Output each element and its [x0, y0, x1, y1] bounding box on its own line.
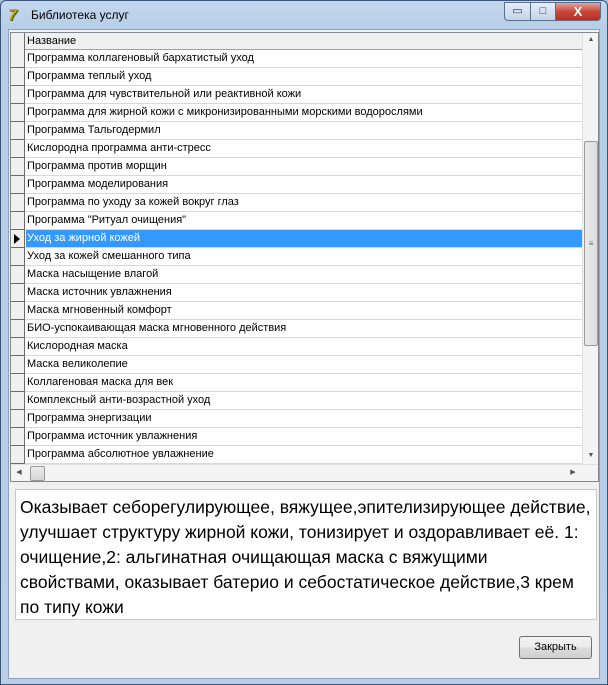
row-indicator[interactable] — [11, 104, 25, 122]
row-name-cell[interactable]: Программа абсолютное увлажнение — [26, 446, 582, 463]
maximize-button[interactable]: □ — [530, 2, 556, 21]
table-row[interactable]: Программа абсолютное увлажнение — [11, 446, 582, 464]
table-row[interactable]: БИО-успокаивающая маска мгновенного дейс… — [11, 320, 582, 338]
row-indicator[interactable] — [11, 122, 25, 140]
table-row[interactable]: Программа для жирной кожи с микронизиров… — [11, 104, 582, 122]
row-indicator[interactable] — [11, 338, 25, 356]
close-window-button[interactable]: X — [555, 2, 601, 21]
row-indicator[interactable] — [11, 68, 25, 86]
row-indicator[interactable] — [11, 284, 25, 302]
row-name-cell[interactable]: Кислородная маска — [26, 338, 582, 355]
table-row[interactable]: Кислородна программа анти-стресс — [11, 140, 582, 158]
description-text: Оказывает себорегулирующее, вяжущее,эпит… — [15, 489, 597, 620]
table-row[interactable]: Маска великолепие — [11, 356, 582, 374]
table-row[interactable]: Программа коллагеновый бархатистый уход — [11, 50, 582, 68]
row-indicator[interactable] — [11, 140, 25, 158]
client-area: Название Программа коллагеновый бархатис… — [8, 29, 600, 679]
row-name-cell[interactable]: Маска великолепие — [26, 356, 582, 373]
row-name-cell[interactable]: Коллагеновая маска для век — [26, 374, 582, 391]
table-row[interactable]: Программа Тальгодермил — [11, 122, 582, 140]
row-indicator[interactable] — [11, 374, 25, 392]
current-row-arrow-icon — [14, 234, 20, 244]
row-name-cell[interactable]: Программа Тальгодермил — [26, 122, 582, 139]
row-name-cell[interactable]: Программа "Ритуал очищения" — [26, 212, 582, 229]
row-indicator[interactable] — [11, 158, 25, 176]
row-name-cell[interactable]: БИО-успокаивающая маска мгновенного дейс… — [26, 320, 582, 337]
row-indicator[interactable] — [11, 86, 25, 104]
close-button[interactable]: Закрыть — [519, 636, 592, 659]
row-indicator[interactable] — [11, 50, 25, 68]
window-title: Библиотека услуг — [31, 8, 129, 22]
row-name-cell[interactable]: Программа против морщин — [26, 158, 582, 175]
table-row[interactable]: Маска источник увлажнения — [11, 284, 582, 302]
table-row[interactable]: Уход за кожей смешанного типа — [11, 248, 582, 266]
row-name-cell[interactable]: Программа теплый уход — [26, 68, 582, 85]
row-name-cell[interactable]: Маска мгновенный комфорт — [26, 302, 582, 319]
table-row[interactable]: Программа для чувствительной или реактив… — [11, 86, 582, 104]
row-name-cell[interactable]: Программа энергизации — [26, 410, 582, 427]
row-indicator[interactable] — [11, 194, 25, 212]
row-name-cell[interactable]: Уход за жирной кожей — [26, 230, 582, 247]
row-name-cell[interactable]: Маска источник увлажнения — [26, 284, 582, 301]
row-name-cell[interactable]: Программа источник увлажнения — [26, 428, 582, 445]
table-row[interactable]: Комплексный анти-возрастной уход — [11, 392, 582, 410]
scroll-right-icon[interactable]: ▶ — [565, 468, 581, 476]
row-indicator[interactable] — [11, 266, 25, 284]
row-indicator[interactable] — [11, 446, 25, 464]
row-name-cell[interactable]: Маска насыщение влагой — [26, 266, 582, 283]
row-name-cell[interactable]: Программа моделирования — [26, 176, 582, 193]
row-name-cell[interactable]: Программа по уходу за кожей вокруг глаз — [26, 194, 582, 211]
row-indicator[interactable] — [11, 302, 25, 320]
row-indicator[interactable] — [11, 212, 25, 230]
row-name-cell[interactable]: Комплексный анти-возрастной уход — [26, 392, 582, 409]
table-row[interactable]: Маска мгновенный комфорт — [11, 302, 582, 320]
table-row[interactable]: Программа "Ритуал очищения" — [11, 212, 582, 230]
row-name-cell[interactable]: Программа коллагеновый бархатистый уход — [26, 50, 582, 67]
services-grid[interactable]: Название Программа коллагеновый бархатис… — [10, 32, 599, 482]
vertical-scrollbar[interactable]: ▲ ≡ ▼ — [582, 33, 598, 464]
table-row[interactable]: Программа теплый уход — [11, 68, 582, 86]
minimize-button[interactable]: ▭ — [504, 2, 531, 21]
row-name-cell[interactable]: Уход за кожей смешанного типа — [26, 248, 582, 265]
table-row[interactable]: Маска насыщение влагой — [11, 266, 582, 284]
table-row[interactable]: Коллагеновая маска для век — [11, 374, 582, 392]
row-indicator[interactable] — [11, 320, 25, 338]
row-name-cell[interactable]: Кислородна программа анти-стресс — [26, 140, 582, 157]
horizontal-scroll-thumb[interactable] — [30, 466, 45, 481]
table-row[interactable]: Программа источник увлажнения — [11, 428, 582, 446]
table-row[interactable]: Программа энергизации — [11, 410, 582, 428]
row-indicator[interactable] — [11, 230, 25, 248]
scroll-up-icon[interactable]: ▲ — [583, 36, 599, 43]
row-indicator[interactable] — [11, 356, 25, 374]
row-indicator[interactable] — [11, 392, 25, 410]
scroll-left-icon[interactable]: ◀ — [11, 468, 27, 476]
title-bar[interactable]: 7 Библиотека услуг ▭ □ X — [1, 1, 607, 29]
row-name-cell[interactable]: Программа для чувствительной или реактив… — [26, 86, 582, 103]
vertical-scroll-thumb[interactable]: ≡ — [584, 141, 598, 346]
row-indicator[interactable] — [11, 176, 25, 194]
table-row[interactable]: Программа по уходу за кожей вокруг глаз — [11, 194, 582, 212]
table-row[interactable]: Программа моделирования — [11, 176, 582, 194]
table-row[interactable]: Программа против морщин — [11, 158, 582, 176]
row-indicator[interactable] — [11, 428, 25, 446]
row-indicator[interactable] — [11, 248, 25, 266]
row-name-cell[interactable]: Программа для жирной кожи с микронизиров… — [26, 104, 582, 121]
library-window: 7 Библиотека услуг ▭ □ X Название Програ… — [0, 0, 608, 685]
table-row[interactable]: Уход за жирной кожей — [11, 230, 582, 248]
grid-rows: Программа коллагеновый бархатистый уход П… — [11, 50, 582, 464]
horizontal-scrollbar[interactable]: ◀ ▶ — [11, 464, 598, 481]
scroll-down-icon[interactable]: ▼ — [583, 452, 599, 459]
table-row[interactable]: Кислородная маска — [11, 338, 582, 356]
app-icon: 7 — [8, 7, 17, 24]
row-indicator[interactable] — [11, 410, 25, 428]
column-header-name[interactable]: Название — [25, 33, 582, 50]
